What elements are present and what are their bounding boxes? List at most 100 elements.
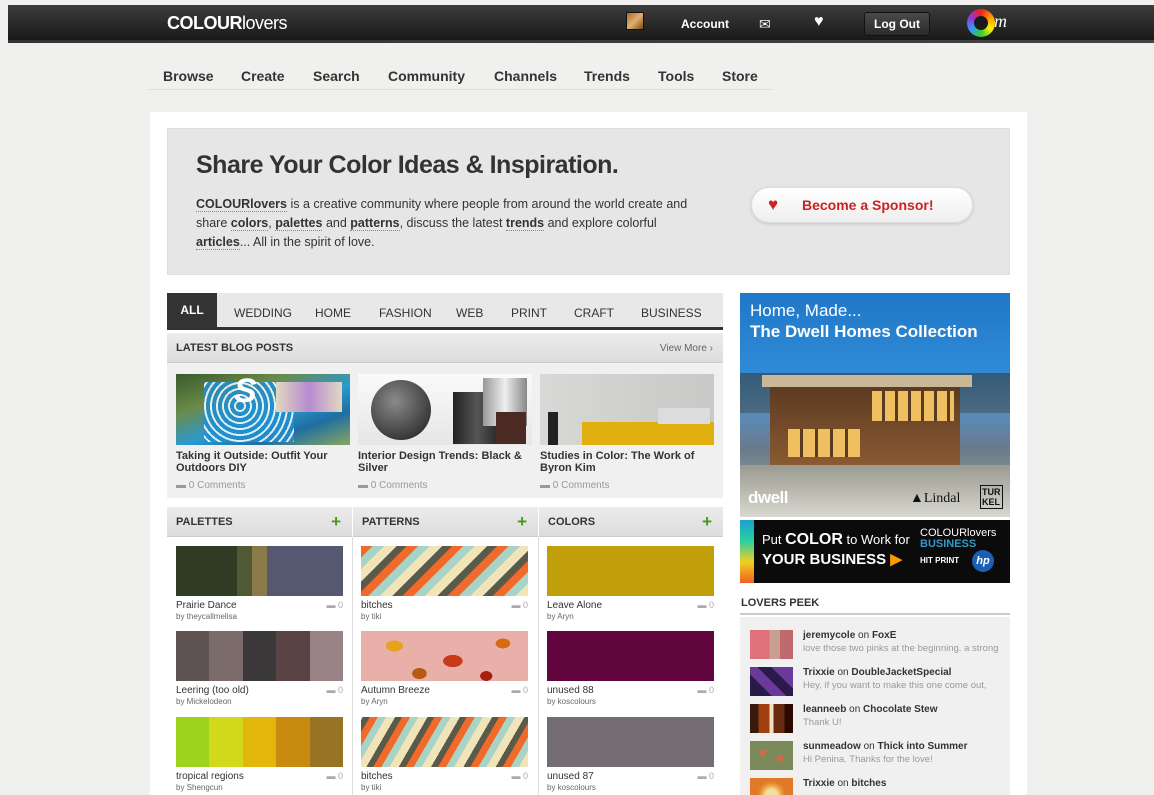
- nav-browse[interactable]: Browse: [163, 68, 214, 84]
- tab-all[interactable]: ALL: [167, 293, 217, 327]
- blog-post-image[interactable]: S: [176, 374, 350, 445]
- palette-name[interactable]: Prairie Dance ▬ 0: [176, 600, 343, 611]
- blog-post-title[interactable]: Taking it Outside: Outfit Your Outdoors …: [176, 450, 350, 474]
- pattern-author[interactable]: by Aryn: [361, 697, 528, 706]
- color-author[interactable]: by koscolours: [547, 783, 714, 792]
- peek-user[interactable]: leanneeb: [803, 704, 846, 715]
- palette-item[interactable]: Leering (too old) ▬ 0 by Mickelodeon: [176, 631, 344, 706]
- color-swatch[interactable]: [547, 546, 714, 596]
- tab-craft[interactable]: CRAFT: [574, 306, 614, 320]
- peek-thumbnail[interactable]: [750, 704, 793, 733]
- peek-item[interactable]: jeremycole on FoxE love those two pinks …: [750, 627, 1005, 659]
- dwell-ad-banner[interactable]: Home, Made... The Dwell Homes Collection…: [740, 293, 1010, 517]
- blog-post-comments[interactable]: ▬ 0 Comments: [176, 480, 350, 491]
- link-colourlovers[interactable]: COLOURlovers: [196, 197, 287, 212]
- color-swatch[interactable]: [547, 631, 714, 681]
- peek-user[interactable]: Trixxie: [803, 778, 835, 789]
- pattern-swatch[interactable]: [361, 717, 528, 767]
- link-patterns[interactable]: patterns: [350, 216, 400, 231]
- peek-target[interactable]: bitches: [851, 778, 886, 789]
- business-ad-banner[interactable]: Put COLOR to Work for YOUR BUSINESS ▶ CO…: [740, 520, 1010, 583]
- blog-post[interactable]: Studies in Color: The Work of Byron Kim …: [540, 374, 714, 491]
- view-more-link[interactable]: View More ›: [660, 343, 713, 354]
- link-palettes[interactable]: palettes: [275, 216, 323, 231]
- peek-thumbnail[interactable]: [750, 741, 793, 770]
- peek-item[interactable]: Trixxie on DoubleJacketSpecial Hey, if y…: [750, 664, 1005, 696]
- palette-swatch[interactable]: [176, 631, 344, 681]
- color-item[interactable]: Leave Alone ▬ 0 by Aryn: [547, 546, 714, 621]
- color-name[interactable]: Leave Alone ▬ 0: [547, 600, 714, 611]
- add-pattern-icon[interactable]: +: [517, 512, 527, 532]
- peek-thumbnail[interactable]: [750, 778, 793, 795]
- tab-web[interactable]: WEB: [456, 306, 483, 320]
- blog-post[interactable]: S Taking it Outside: Outfit Your Outdoor…: [176, 374, 350, 491]
- color-item[interactable]: unused 88 ▬ 0 by koscolours: [547, 631, 714, 706]
- link-trends[interactable]: trends: [505, 216, 545, 231]
- palette-name[interactable]: tropical regions ▬ 0: [176, 771, 343, 782]
- blog-post-comments[interactable]: ▬ 0 Comments: [540, 480, 714, 491]
- pattern-item[interactable]: Autumn Breeze ▬ 0 by Aryn: [361, 631, 528, 706]
- peek-target[interactable]: DoubleJacketSpecial: [851, 667, 951, 678]
- mail-icon[interactable]: ✉: [759, 16, 771, 33]
- pattern-name[interactable]: bitches ▬ 0: [361, 600, 528, 611]
- logout-button[interactable]: Log Out: [864, 12, 930, 36]
- pattern-swatch[interactable]: [361, 631, 528, 681]
- peek-target[interactable]: FoxE: [872, 630, 896, 641]
- nav-trends[interactable]: Trends: [584, 68, 630, 84]
- pattern-item[interactable]: bitches ▬ 0 by tiki: [361, 546, 528, 621]
- pattern-item[interactable]: bitches ▬ 0 by tiki: [361, 717, 528, 792]
- color-name[interactable]: unused 87 ▬ 0: [547, 771, 714, 782]
- blog-post-image[interactable]: [540, 374, 714, 445]
- link-articles[interactable]: articles: [196, 235, 240, 250]
- add-color-icon[interactable]: +: [702, 512, 712, 532]
- palette-item[interactable]: tropical regions ▬ 0 by Shengcun: [176, 717, 344, 792]
- blog-post-comments[interactable]: ▬ 0 Comments: [358, 480, 532, 491]
- peek-thumbnail[interactable]: [750, 667, 793, 696]
- nav-search[interactable]: Search: [313, 68, 360, 84]
- user-avatar[interactable]: [626, 12, 644, 30]
- nav-channels[interactable]: Channels: [494, 68, 557, 84]
- peek-user[interactable]: Trixxie: [803, 667, 835, 678]
- color-item[interactable]: unused 87 ▬ 0 by koscolours: [547, 717, 714, 792]
- add-palette-icon[interactable]: +: [331, 512, 341, 532]
- pattern-name[interactable]: bitches ▬ 0: [361, 771, 528, 782]
- color-name[interactable]: unused 88 ▬ 0: [547, 685, 714, 696]
- palette-swatch[interactable]: [176, 546, 344, 596]
- pattern-author[interactable]: by tiki: [361, 612, 528, 621]
- blog-post-title[interactable]: Studies in Color: The Work of Byron Kim: [540, 450, 714, 474]
- peek-item[interactable]: Trixxie on bitches: [750, 775, 1005, 795]
- peek-thumbnail[interactable]: [750, 630, 793, 659]
- heart-icon[interactable]: ♥: [814, 13, 824, 31]
- tab-wedding[interactable]: WEDDING: [234, 306, 292, 320]
- om-color-wheel-icon[interactable]: [967, 9, 995, 37]
- palette-swatch[interactable]: [176, 717, 344, 767]
- peek-item[interactable]: leanneeb on Chocolate Stew Thank U!: [750, 701, 1005, 733]
- nav-community[interactable]: Community: [388, 68, 465, 84]
- nav-store[interactable]: Store: [722, 68, 758, 84]
- peek-item[interactable]: sunmeadow on Thick into Summer Hi Penina…: [750, 738, 1005, 770]
- site-logo[interactable]: COLOURlovers: [167, 13, 288, 34]
- tab-print[interactable]: PRINT: [511, 306, 547, 320]
- color-swatch[interactable]: [547, 717, 714, 767]
- account-link[interactable]: Account: [681, 17, 729, 31]
- om-logo-letter[interactable]: m: [994, 11, 1007, 32]
- palette-author[interactable]: by Shengcun: [176, 783, 343, 792]
- peek-target[interactable]: Chocolate Stew: [863, 704, 937, 715]
- nav-create[interactable]: Create: [241, 68, 285, 84]
- peek-user[interactable]: sunmeadow: [803, 741, 861, 752]
- palette-item[interactable]: Prairie Dance ▬ 0 by theycallmelisa: [176, 546, 344, 621]
- peek-target[interactable]: Thick into Summer: [877, 741, 967, 752]
- blog-post[interactable]: Interior Design Trends: Black & Silver ▬…: [358, 374, 532, 491]
- tab-business[interactable]: BUSINESS: [641, 306, 702, 320]
- peek-user[interactable]: jeremycole: [803, 630, 855, 641]
- palette-author[interactable]: by theycallmelisa: [176, 612, 343, 621]
- nav-tools[interactable]: Tools: [658, 68, 694, 84]
- pattern-author[interactable]: by tiki: [361, 783, 528, 792]
- pattern-name[interactable]: Autumn Breeze ▬ 0: [361, 685, 528, 696]
- color-author[interactable]: by Aryn: [547, 612, 714, 621]
- blog-post-image[interactable]: [358, 374, 532, 445]
- tab-home[interactable]: HOME: [315, 306, 351, 320]
- link-colors[interactable]: colors: [230, 216, 269, 231]
- blog-post-title[interactable]: Interior Design Trends: Black & Silver: [358, 450, 532, 474]
- become-sponsor-button[interactable]: ♥ Become a Sponsor!: [751, 187, 973, 223]
